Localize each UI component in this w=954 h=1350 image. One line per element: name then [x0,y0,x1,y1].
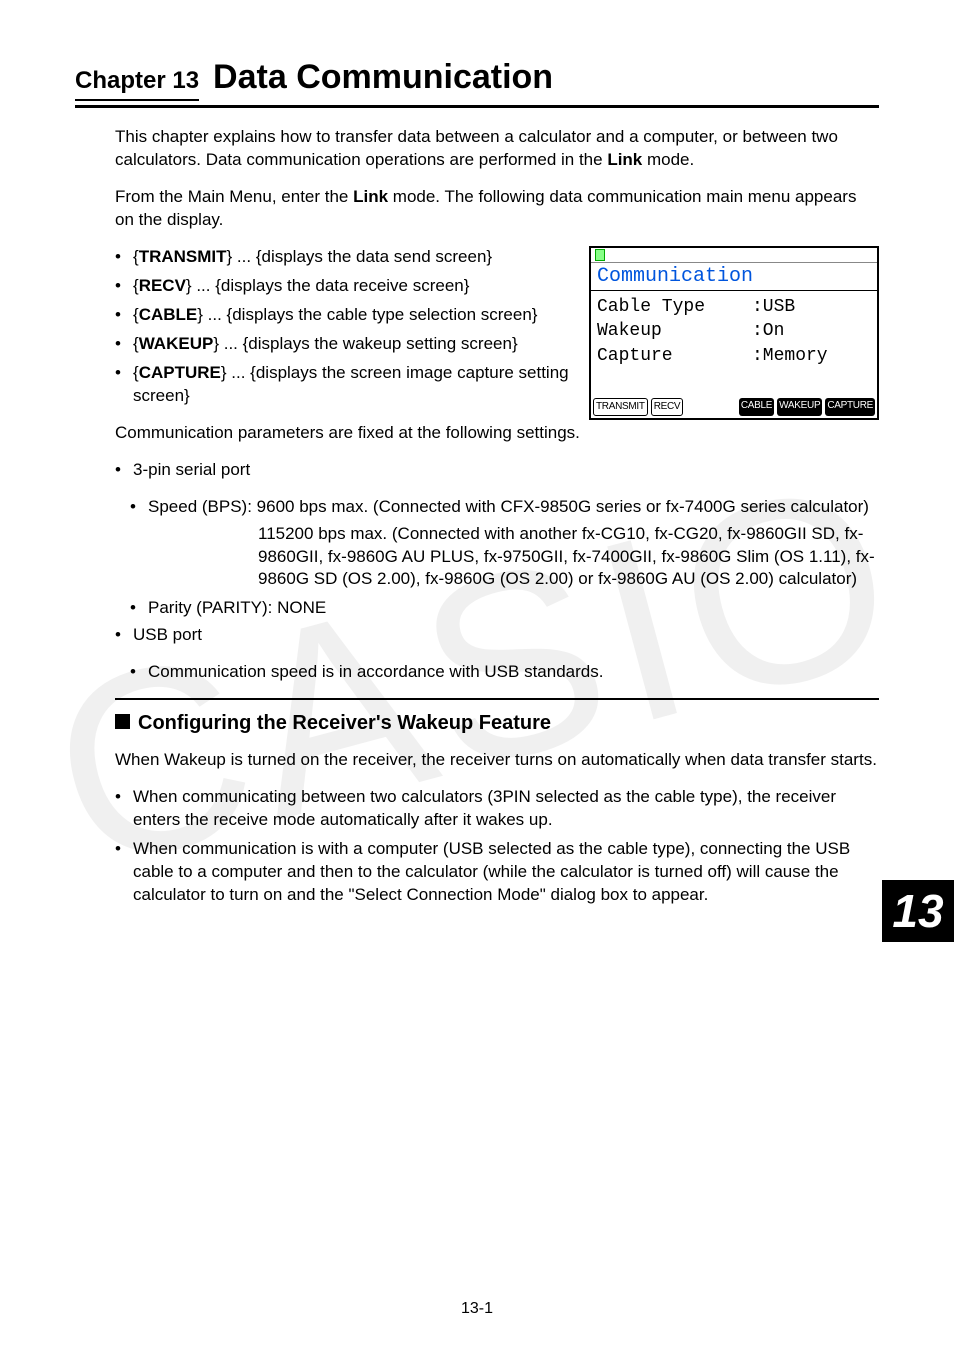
speed-setting-2: 115200 bps max. (Connected with another … [130,523,879,592]
parity-setting: Parity (PARITY): NONE [148,597,879,620]
battery-icon [595,249,605,261]
page-number: 13-1 [0,1298,954,1320]
calc-softkeys: TRANSMIT RECV CABLE WAKEUP CAPTURE [591,396,877,418]
softkey-capture: CAPTURE [825,398,875,416]
menu-item-cable: •{CABLE} ... {displays the cable type se… [115,304,575,327]
calc-row: Cable Type:USB [597,295,871,319]
wakeup-intro: When Wakeup is turned on the receiver, t… [115,749,879,772]
serial-port-label: 3-pin serial port [133,459,879,482]
speed-setting-1: Speed (BPS): 9600 bps max. (Connected wi… [148,496,879,519]
separator [115,698,879,700]
usb-port-label: USB port [133,624,879,647]
softkey-wakeup: WAKEUP [777,398,822,416]
fixed-params-intro: Communication parameters are fixed at th… [115,422,879,445]
usb-port-section: •USB port [115,624,879,647]
wakeup-notes: •When communicating between two calculat… [115,786,879,907]
wakeup-note-2: •When communication is with a computer (… [115,838,879,907]
usb-speed-note: Communication speed is in accordance wit… [148,661,879,684]
page-content: Chapter 13 Data Communication This chapt… [0,0,954,907]
menu-item-capture: •{CAPTURE} ... {displays the screen imag… [115,362,575,408]
softkey-transmit: TRANSMIT [593,398,648,416]
softkey-cable: CABLE [739,398,774,416]
menu-item-transmit: •{TRANSMIT} ... {displays the data send … [115,246,575,269]
menu-item-recv: •{RECV} ... {displays the data receive s… [115,275,575,298]
chapter-title: Data Communication [213,55,553,101]
intro-paragraph-1: This chapter explains how to transfer da… [115,126,879,172]
serial-port-section: •3-pin serial port [115,459,879,482]
square-bullet-icon [115,714,130,729]
calculator-screenshot: Communication Cable Type:USB Wakeup:On C… [589,246,879,419]
calc-title: Communication [591,263,877,291]
usb-port-details: •Communication speed is in accordance wi… [130,661,879,684]
calc-row: Capture:Memory [597,344,871,368]
softkey-recv: RECV [651,398,684,416]
menu-item-wakeup: •{WAKEUP} ... {displays the wakeup setti… [115,333,575,356]
chapter-label: Chapter 13 [75,65,199,101]
calc-row: Wakeup:On [597,319,871,343]
chapter-heading: Chapter 13 Data Communication [75,55,879,108]
section-heading: Configuring the Receiver's Wakeup Featur… [115,710,879,737]
serial-port-details: •Speed (BPS): 9600 bps max. (Connected w… [130,496,879,621]
wakeup-note-1: •When communicating between two calculat… [115,786,879,832]
intro-paragraph-2: From the Main Menu, enter the Link mode.… [115,186,879,232]
